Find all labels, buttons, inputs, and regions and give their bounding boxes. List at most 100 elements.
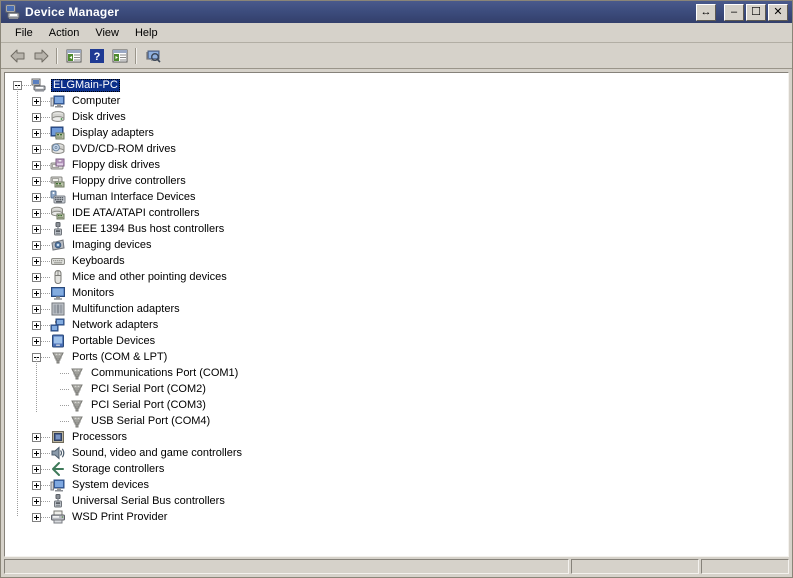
back-arrow-icon[interactable] (6, 45, 29, 67)
tree-connector (41, 477, 50, 493)
expand-toggle[interactable] (32, 480, 41, 490)
tree-node-label: Human Interface Devices (72, 190, 196, 203)
hid-icon (50, 189, 66, 205)
tree-node-keyboards[interactable]: Keyboards (5, 253, 788, 269)
tree-node-floppy-disk-drives[interactable]: Floppy disk drives (5, 157, 788, 173)
maximize-button[interactable]: ☐ (746, 3, 766, 21)
tree-node-monitors[interactable]: Monitors (5, 285, 788, 301)
expand-toggle[interactable] (32, 448, 41, 458)
port-icon (69, 397, 85, 413)
expand-toggle[interactable] (32, 176, 41, 186)
tree-node-label: Floppy drive controllers (72, 174, 186, 187)
expand-toggle[interactable] (32, 112, 41, 122)
tree-children: Computer Disk drives Display adapters DV… (5, 85, 788, 525)
svg-text:?: ? (93, 51, 100, 63)
tree-connector (41, 109, 50, 125)
tree-node-storage-controllers[interactable]: Storage controllers (5, 461, 788, 477)
expand-toggle[interactable] (32, 208, 41, 218)
port-icon (69, 413, 85, 429)
tree-node-com2[interactable]: PCI Serial Port (COM2) (5, 381, 788, 397)
expand-toggle[interactable] (32, 144, 41, 154)
tree-node-sound-video-game-controllers[interactable]: Sound, video and game controllers (5, 445, 788, 461)
close-button[interactable]: ✕ (768, 3, 788, 21)
minimize-button[interactable]: – (724, 3, 744, 21)
menu-item-file[interactable]: File (7, 25, 41, 41)
tree-node-label: Portable Devices (72, 334, 156, 347)
tree-node-floppy-drive-controllers[interactable]: Floppy drive controllers (5, 173, 788, 189)
expand-toggle[interactable] (32, 432, 41, 442)
expand-toggle[interactable] (32, 320, 41, 330)
tree-node-label: Ports (COM & LPT) (72, 350, 168, 363)
menu-item-help[interactable]: Help (127, 25, 166, 41)
device-manager-icon (5, 4, 21, 20)
tree-node-com4[interactable]: USB Serial Port (COM4) (5, 413, 788, 429)
tree-node-network-adapters[interactable]: Network adapters (5, 317, 788, 333)
tree-node-portable-devices[interactable]: Portable Devices (5, 333, 788, 349)
tree-node-label: Monitors (72, 286, 115, 299)
separator-2 (135, 47, 137, 64)
tree-node-usb-controllers[interactable]: Universal Serial Bus controllers (5, 493, 788, 509)
storage-controller-icon (50, 461, 66, 477)
tree-node-label: Keyboards (72, 254, 125, 267)
help-icon[interactable]: ? (85, 45, 108, 67)
tree-node-label: Computer (72, 94, 121, 107)
expand-toggle[interactable] (32, 496, 41, 506)
usb-controller-icon (50, 493, 66, 509)
expand-toggle[interactable] (32, 224, 41, 234)
device-tree[interactable]: ELGMain-PC Computer Disk drives Display … (4, 72, 789, 557)
multifunction-adapter-icon (50, 301, 66, 317)
expand-toggle[interactable] (32, 256, 41, 266)
forward-arrow-icon[interactable] (29, 45, 52, 67)
expand-toggle[interactable] (32, 304, 41, 314)
show-hide-console-tree-icon[interactable] (62, 45, 85, 67)
ieee1394-icon (50, 221, 66, 237)
tree-node-com1[interactable]: Communications Port (COM1) (5, 365, 788, 381)
tree-node-processors[interactable]: Processors (5, 429, 788, 445)
tree-node-system-devices[interactable]: System devices (5, 477, 788, 493)
expand-toggle[interactable] (32, 336, 41, 346)
expand-toggle[interactable] (32, 192, 41, 202)
tree-node-human-interface-devices[interactable]: Human Interface Devices (5, 189, 788, 205)
status-pane-main (4, 559, 569, 574)
tree-node-computer[interactable]: Computer (5, 93, 788, 109)
tree-node-mice[interactable]: Mice and other pointing devices (5, 269, 788, 285)
system-device-icon (50, 477, 66, 493)
tree-node-dvd-cdrom-drives[interactable]: DVD/CD-ROM drives (5, 141, 788, 157)
separator-1 (56, 47, 58, 64)
tree-connector (41, 301, 50, 317)
tree-node-ide-controllers[interactable]: IDE ATA/ATAPI controllers (5, 205, 788, 221)
tree-node-root[interactable]: ELGMain-PC (5, 77, 788, 93)
tree-node-imaging-devices[interactable]: Imaging devices (5, 237, 788, 253)
tree-node-ports[interactable]: Ports (COM & LPT) (5, 349, 788, 365)
floppy-controller-icon (50, 173, 66, 189)
expand-toggle[interactable] (32, 464, 41, 474)
expand-toggle[interactable] (32, 160, 41, 170)
expand-toggle[interactable] (32, 288, 41, 298)
expand-toggle[interactable] (32, 272, 41, 282)
tree-connector (41, 317, 50, 333)
properties-icon[interactable] (108, 45, 131, 67)
tree-node-label: Multifunction adapters (72, 302, 180, 315)
tree-node-label: WSD Print Provider (72, 510, 168, 523)
tree-connector (41, 461, 50, 477)
scan-for-hardware-changes-icon[interactable] (141, 45, 164, 67)
window-controls: ↔ – ☐ ✕ (696, 3, 790, 21)
tree-node-multifunction-adapters[interactable]: Multifunction adapters (5, 301, 788, 317)
ports-children: Communications Port (COM1) PCI Serial Po… (5, 357, 788, 429)
resize-button[interactable]: ↔ (696, 3, 716, 21)
expand-toggle[interactable] (32, 128, 41, 138)
tree-node-com3[interactable]: PCI Serial Port (COM3) (5, 397, 788, 413)
expand-toggle[interactable] (32, 96, 41, 106)
menu-item-action[interactable]: Action (41, 25, 88, 41)
tree-node-label: Imaging devices (72, 238, 152, 251)
device-manager-window: Device Manager ↔ – ☐ ✕ File Action View … (0, 0, 793, 578)
window-title: Device Manager (25, 5, 120, 19)
tree-node-ieee-1394[interactable]: IEEE 1394 Bus host controllers (5, 221, 788, 237)
expand-toggle[interactable] (32, 512, 41, 522)
expand-toggle[interactable] (32, 240, 41, 250)
tree-node-display-adapters[interactable]: Display adapters (5, 125, 788, 141)
tree-node-disk-drives[interactable]: Disk drives (5, 109, 788, 125)
tree-node-wsd-print-provider[interactable]: WSD Print Provider (5, 509, 788, 525)
menu-item-view[interactable]: View (87, 25, 127, 41)
title-bar[interactable]: Device Manager ↔ – ☐ ✕ (1, 1, 792, 23)
